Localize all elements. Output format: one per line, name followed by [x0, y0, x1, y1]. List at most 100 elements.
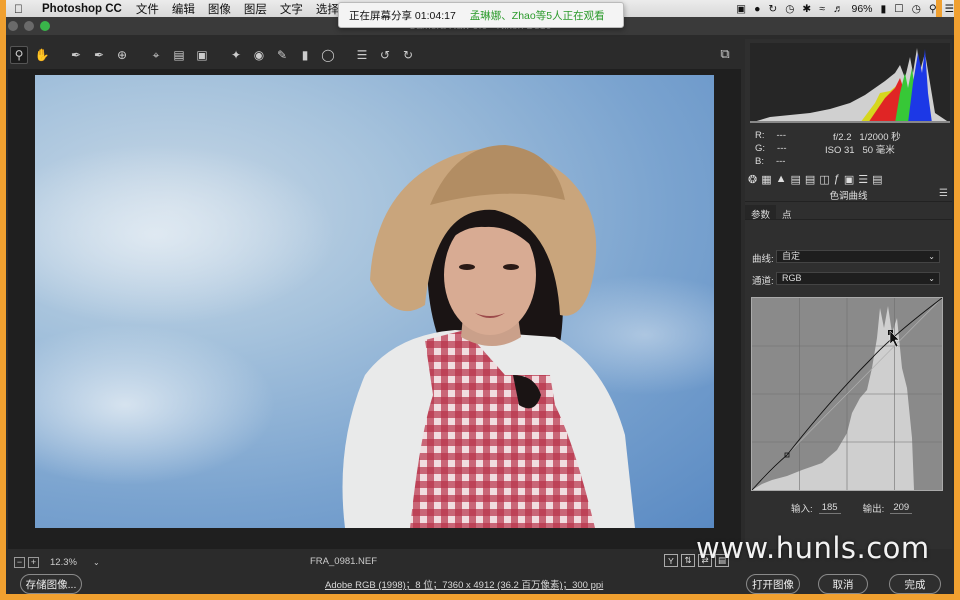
histogram-graph: [750, 48, 950, 123]
camera-raw-window: Camera Raw 9.0 - Nikon D810 ⚲ ✋ ✒ ✒ ⊕ ⌖ …: [0, 17, 960, 600]
save-image-button[interactable]: 存储图像...: [20, 574, 82, 594]
menu-file[interactable]: 文件: [136, 1, 159, 17]
channel-row: 通道: RGB ⌄: [752, 272, 946, 287]
spot-removal-icon[interactable]: ✦: [227, 46, 245, 64]
b-label: B:: [755, 156, 764, 167]
tab-point[interactable]: 点: [776, 205, 798, 221]
snapshots-panel-icon[interactable]: ▤: [872, 173, 882, 186]
photo-preview[interactable]: [35, 75, 714, 528]
exif-info: f/2.2 1/2000 秒 ISO 31 50 毫米: [825, 131, 901, 157]
workflow-options-link[interactable]: Adobe RGB (1998)；8 位；7360 x 4912 (36.2 百…: [325, 577, 603, 591]
time-machine-icon[interactable]: ◷: [785, 3, 794, 15]
input-value[interactable]: 185: [818, 502, 841, 514]
menu-select[interactable]: 选择: [316, 1, 339, 17]
wifi-icon[interactable]: ≈: [819, 3, 825, 15]
screen-share-banner[interactable]: 正在屏幕分享 01:04:17 孟琳娜、Zhao等5人正在观看: [338, 2, 624, 28]
tab-parametric[interactable]: 参数: [745, 205, 777, 221]
app-menu[interactable]: Photoshop CC: [42, 3, 122, 15]
r-label: R:: [755, 130, 765, 141]
share-viewers: 孟琳娜、Zhao等5人正在观看: [469, 9, 605, 22]
red-eye-icon[interactable]: ◉: [250, 46, 268, 64]
menu-image[interactable]: 图像: [208, 1, 231, 17]
file-name: FRA_0981.NEF: [310, 556, 378, 567]
menu-type[interactable]: 文字: [280, 1, 303, 17]
straighten-icon[interactable]: ▤: [170, 46, 188, 64]
raw-toolbar: ⚲ ✋ ✒ ✒ ⊕ ⌖ ▤ ▣ ✦ ◉ ✎ ▮ ◯ ☰ ↺ ↻: [10, 44, 740, 66]
white-balance-icon[interactable]: ✒: [67, 46, 85, 64]
battery-percent: 96%: [851, 2, 873, 15]
zoom-in-button[interactable]: +: [28, 556, 39, 568]
crop-icon[interactable]: ⌖: [147, 46, 165, 64]
zoom-icon[interactable]: ⚲: [10, 46, 28, 64]
b-value: ---: [775, 156, 786, 167]
before-after-toggle[interactable]: Y: [664, 554, 678, 567]
frame-left-border: [0, 0, 6, 600]
basic-panel-icon[interactable]: ❂: [748, 173, 757, 186]
adjustments-panel: R: --- G: --- B: --- f/2.2 1/2000 秒 ISO 31 …: [745, 39, 952, 549]
adjustment-brush-icon[interactable]: ✎: [273, 46, 291, 64]
camera-calibration-icon[interactable]: ▣: [844, 173, 854, 186]
share-status: 正在屏幕分享 01:04:17: [349, 9, 456, 22]
apple-icon[interactable]: : [14, 2, 28, 16]
input-method-icon[interactable]: ☐: [894, 3, 903, 15]
output-value[interactable]: 209: [890, 502, 913, 514]
swap-settings-icon[interactable]: ⇅: [681, 554, 695, 567]
tone-curve-panel-icon[interactable]: ▦: [761, 173, 771, 186]
sync-icon[interactable]: ↻: [768, 3, 777, 15]
rotate-left-icon[interactable]: ↺: [376, 46, 394, 64]
menu-layer[interactable]: 图层: [244, 1, 267, 17]
target-adjust-icon[interactable]: ⊕: [113, 46, 131, 64]
chevron-down-icon: ⌄: [928, 274, 935, 283]
detail-panel-icon[interactable]: ▲: [776, 173, 787, 185]
split-toning-panel-icon[interactable]: ▤: [805, 173, 815, 186]
color-sampler-icon[interactable]: ✒: [90, 46, 108, 64]
camera-icon[interactable]: ▣: [736, 3, 746, 15]
cancel-button[interactable]: 取消: [818, 574, 868, 594]
done-button[interactable]: 完成: [889, 574, 941, 594]
input-output-values: 输入: 185 输出: 209: [791, 501, 913, 515]
curve-select-value: 自定: [782, 251, 801, 261]
input-label: 输入:: [791, 504, 813, 515]
panel-menu-icon[interactable]: ☰: [939, 188, 948, 199]
effects-panel-icon[interactable]: ƒ: [834, 173, 840, 185]
frame-bottom-accent: [0, 594, 960, 600]
image-canvas[interactable]: [8, 69, 741, 549]
presets-panel-icon[interactable]: ☰: [858, 173, 868, 186]
curve-select[interactable]: 自定 ⌄: [776, 250, 940, 263]
hsl-panel-icon[interactable]: ▤: [791, 173, 801, 186]
hand-icon[interactable]: ✋: [33, 46, 51, 64]
iso: ISO 31: [825, 145, 855, 156]
radial-filter-icon[interactable]: ◯: [319, 46, 337, 64]
battery-icon[interactable]: ▮: [881, 3, 887, 15]
status-bar: − + 12.3% ⌄ FRA_0981.NEF Y ⇅ ⇄ ▤: [14, 554, 742, 570]
menu-list-icon[interactable]: ☰: [945, 3, 954, 15]
zoom-level[interactable]: 12.3%: [50, 557, 77, 568]
zoom-out-button[interactable]: −: [14, 556, 25, 568]
site-watermark: www.hunls.com: [696, 531, 930, 565]
frame-right-border: [954, 0, 960, 600]
panel-title: 色调曲线: [745, 188, 952, 202]
r-value: ---: [776, 130, 787, 141]
volume-icon[interactable]: ♬: [833, 3, 844, 15]
clock-icon[interactable]: ◷: [912, 3, 921, 15]
qq-icon[interactable]: ●: [754, 3, 760, 15]
rotate-right-icon[interactable]: ↻: [399, 46, 417, 64]
g-value: ---: [777, 143, 787, 154]
focal-length: 50 毫米: [862, 145, 895, 156]
g-label: G:: [755, 143, 766, 154]
tone-curve-editor[interactable]: [751, 297, 943, 491]
curve-row: 曲线: 自定 ⌄: [752, 250, 946, 265]
curve-tabs: 参数 点: [745, 205, 952, 221]
channel-select[interactable]: RGB ⌄: [776, 272, 940, 285]
chevron-down-icon[interactable]: ⌄: [93, 558, 100, 567]
histogram: [750, 43, 950, 123]
lens-panel-icon[interactable]: ◫: [819, 173, 829, 186]
channel-select-value: RGB: [782, 273, 802, 283]
transform-icon[interactable]: ▣: [193, 46, 211, 64]
toggle-fullscreen-icon[interactable]: ⧉: [716, 45, 734, 63]
bluetooth-icon[interactable]: ✱: [802, 3, 811, 15]
graduated-filter-icon[interactable]: ▮: [296, 46, 314, 64]
preferences-icon[interactable]: ☰: [353, 46, 371, 64]
open-image-button[interactable]: 打开图像: [746, 574, 800, 594]
menu-edit[interactable]: 编辑: [172, 1, 195, 17]
